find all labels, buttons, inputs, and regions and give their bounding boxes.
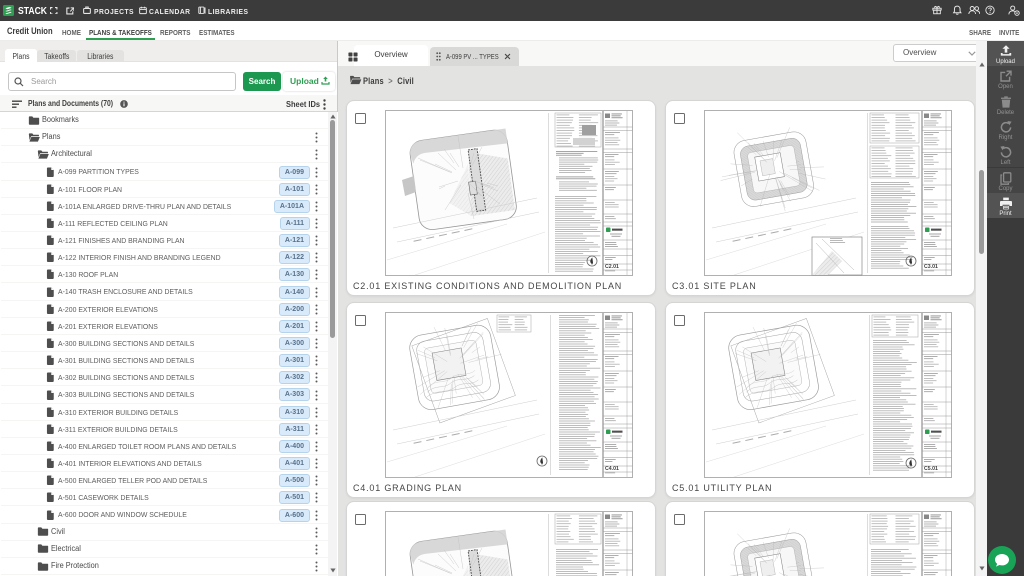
svg-text:C3.01: C3.01 [924, 264, 938, 270]
svg-text:C2.01: C2.01 [605, 264, 619, 270]
svg-text:C5.01: C5.01 [924, 466, 938, 472]
svg-text:C4.01: C4.01 [605, 466, 619, 472]
